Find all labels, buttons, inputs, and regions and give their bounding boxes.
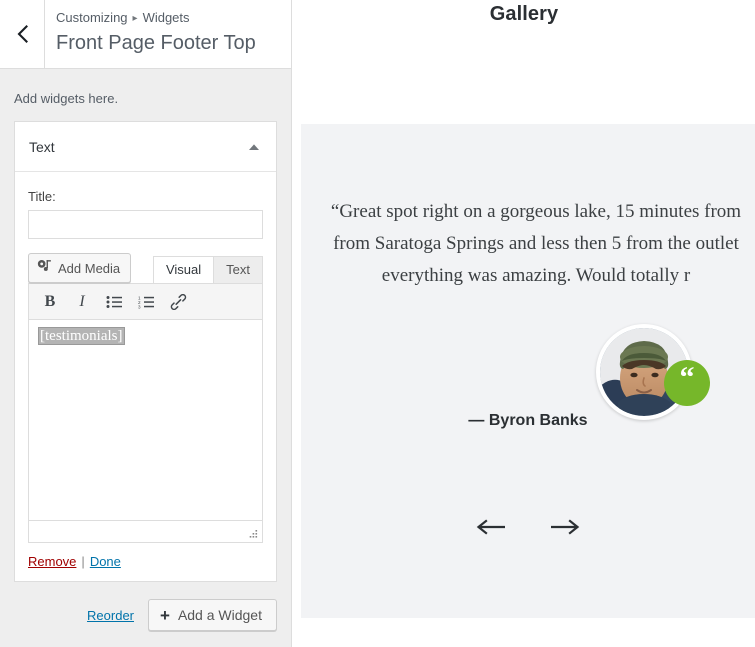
editor-container: B I 1 2 3 [testimonials]	[28, 283, 263, 543]
testimonial-nav	[301, 519, 755, 535]
resize-grip-icon[interactable]	[247, 528, 259, 540]
shortcode-selection: [testimonials]	[38, 327, 125, 345]
add-widget-label: Add a Widget	[177, 607, 262, 623]
title-field-label: Title:	[28, 189, 56, 204]
numbered-list-icon[interactable]: 1 2 3	[131, 288, 161, 316]
gallery-heading: Gallery	[489, 3, 559, 25]
quote-mark-icon: “	[679, 361, 695, 394]
sidebar-body: Add widgets here. Text Title: Add Media …	[0, 69, 291, 631]
widgets-footer: Reorder + Add a Widget	[14, 582, 277, 631]
widget-collapse-toggle[interactable]	[244, 137, 264, 157]
panel-header-titles: Customizing ▸ Widgets Front Page Footer To…	[45, 0, 291, 68]
bulleted-list-icon[interactable]	[99, 288, 129, 316]
arrow-right-icon[interactable]	[551, 519, 581, 535]
quote-badge: “	[664, 360, 710, 406]
add-widgets-hint: Add widgets here.	[14, 91, 119, 106]
svg-text:3: 3	[138, 304, 141, 309]
text-widget-card: Text Title: Add Media Visual Text B I 1 …	[14, 121, 277, 582]
quote-line-3: everything was amazing. Would totally r	[381, 265, 691, 286]
breadcrumb: Customizing ▸ Widgets	[56, 9, 291, 28]
actions-separator: |	[81, 554, 85, 569]
testimonial-quote: “Great spot right on a gorgeous lake, 15…	[301, 196, 755, 292]
widget-actions: Remove | Done	[28, 543, 263, 581]
tab-text[interactable]: Text	[213, 256, 263, 283]
breadcrumb-separator-icon: ▸	[132, 13, 138, 24]
done-link[interactable]: Done	[90, 554, 121, 569]
quote-line-2: from Saratoga Springs and less then 5 fr…	[333, 233, 739, 254]
site-preview-pane[interactable]: Gallery “Great spot right on a gorgeous …	[293, 0, 755, 647]
editor-statusbar	[29, 520, 262, 542]
widget-title: Text	[29, 138, 55, 155]
editor-content-area[interactable]: [testimonials]	[29, 320, 262, 520]
arrow-left-icon[interactable]	[475, 519, 505, 535]
breadcrumb-current: Widgets	[142, 10, 190, 25]
page-title: Front Page Footer Top	[56, 32, 256, 54]
editor-mode-tabs: Visual Text	[152, 256, 263, 283]
testimonial-avatar-wrap: “	[596, 324, 710, 424]
widget-title-input[interactable]	[28, 210, 263, 239]
customizer-sidebar: Customizing ▸ Widgets Front Page Footer To…	[0, 0, 292, 647]
back-button[interactable]	[0, 0, 45, 68]
add-media-button[interactable]: Add Media	[28, 253, 132, 283]
customizer-screen: Customizing ▸ Widgets Front Page Footer To…	[0, 0, 755, 647]
panel-header: Customizing ▸ Widgets Front Page Footer To…	[0, 0, 291, 69]
plus-icon: +	[160, 605, 170, 625]
widget-body: Title: Add Media Visual Text B I 1 2 3 […	[15, 172, 276, 581]
media-icon	[37, 259, 52, 277]
tab-visual[interactable]: Visual	[152, 256, 215, 283]
editor-topbar: Add Media Visual Text	[28, 253, 263, 283]
bold-icon[interactable]: B	[35, 288, 65, 316]
widget-header[interactable]: Text	[15, 122, 276, 172]
chevron-left-icon	[17, 25, 28, 43]
editor-toolbar: B I 1 2 3	[29, 284, 262, 320]
testimonial-section: “Great spot right on a gorgeous lake, 15…	[301, 124, 755, 618]
link-icon[interactable]	[163, 288, 193, 316]
reorder-link[interactable]: Reorder	[87, 608, 134, 623]
remove-widget-link[interactable]: Remove	[28, 554, 76, 569]
add-media-label: Add Media	[58, 260, 121, 276]
breadcrumb-root: Customizing	[56, 10, 128, 25]
add-widget-button[interactable]: + Add a Widget	[148, 599, 277, 631]
quote-line-1: “Great spot right on a gorgeous lake, 15…	[330, 201, 742, 222]
italic-icon[interactable]: I	[67, 288, 97, 316]
caret-up-icon	[248, 138, 260, 156]
